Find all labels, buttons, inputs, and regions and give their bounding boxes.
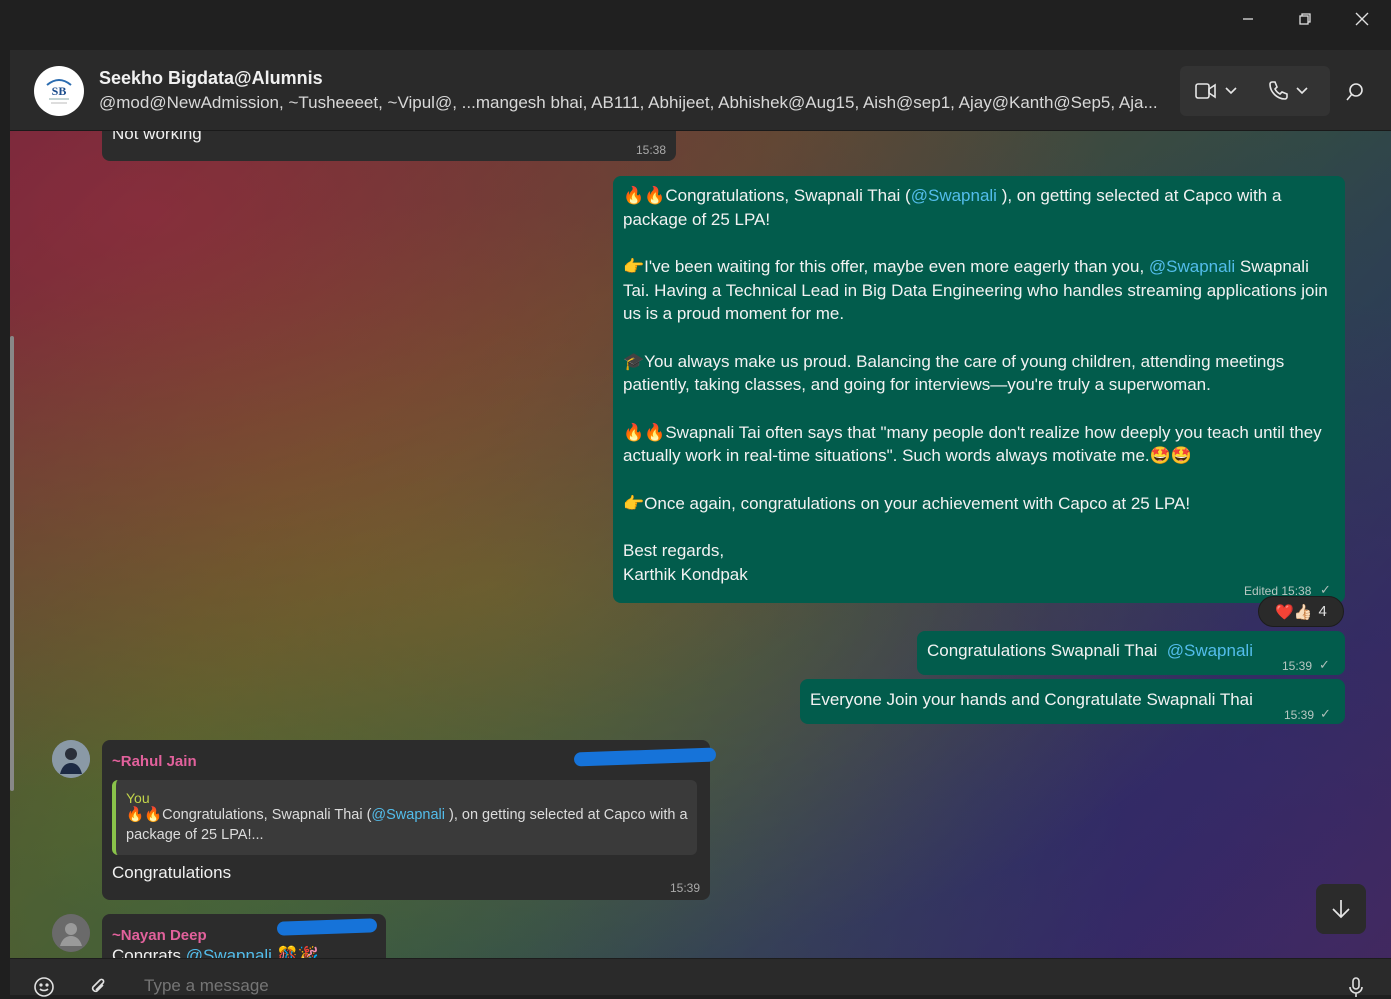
search-icon [1346, 83, 1363, 101]
message-time: 15:39 [1284, 708, 1315, 722]
quoted-message[interactable]: You 🔥🔥Congratulations, Swapnali Thai (@S… [112, 780, 697, 855]
mention-link[interactable]: @Swapnali [911, 186, 997, 205]
attach-button[interactable] [86, 975, 110, 999]
read-tick-icon: ✓ [1320, 706, 1331, 721]
composer [10, 958, 1391, 997]
chevron-down-icon [1225, 87, 1237, 95]
mention-link[interactable]: @Swapnali [1149, 257, 1235, 276]
voice-call-icon [1269, 81, 1288, 100]
avatar[interactable] [52, 914, 90, 952]
reaction-badge[interactable]: ❤️👍🏻 4 [1258, 596, 1344, 627]
voice-call-button[interactable] [1252, 66, 1324, 116]
mention-link[interactable]: @Swapnali [186, 946, 272, 958]
message-not-working[interactable]: Not working 15:38 [102, 131, 676, 161]
scroll-down-button[interactable] [1316, 884, 1366, 934]
video-call-icon [1195, 83, 1216, 99]
chat-area[interactable]: Not working 15:38 🔥🔥Congratulations, Swa… [10, 131, 1391, 958]
search-button[interactable] [1337, 74, 1373, 110]
group-members[interactable]: @mod@NewAdmission, ~Tusheeeet, ~Vipul@, … [99, 93, 1174, 113]
mention-link[interactable]: @Swapnali [1167, 641, 1253, 660]
emoji-button[interactable] [32, 975, 56, 999]
reaction-emojis: ❤️👍🏻 [1275, 603, 1313, 621]
title-bar [0, 0, 1391, 50]
mic-button[interactable] [1344, 975, 1368, 999]
message-paragraph: 👉I've been waiting for this offer, maybe… [623, 257, 1328, 323]
message-paragraph: 🎓You always make us proud. Balancing the… [623, 351, 1285, 395]
chat-header[interactable]: SB Seekho Bigdata@Alumnis @mod@NewAdmiss… [10, 50, 1391, 131]
quote-text: 🔥🔥Congratulations, Swapnali Thai (@Swapn… [126, 807, 688, 843]
default-avatar-icon [52, 914, 90, 952]
message-text: Congratulations Swapnali Thai @Swapnali [927, 641, 1253, 660]
message-time: 15:39 [670, 881, 701, 895]
video-call-button[interactable] [1180, 66, 1252, 116]
sender-name[interactable]: ~Rahul Jain [112, 750, 197, 774]
close-icon[interactable] [1334, 0, 1390, 38]
minimize-icon[interactable] [1220, 0, 1276, 38]
message-paragraph: 🔥🔥Swapnali Tai often says that "many peo… [623, 422, 1322, 466]
reaction-count: 4 [1318, 603, 1327, 620]
svg-text:SB: SB [52, 84, 67, 98]
message-paragraph: 👉Once again, congratulations on your ach… [623, 493, 1191, 513]
message-text: Not working [112, 131, 202, 143]
call-controls [1180, 66, 1330, 116]
avatar[interactable] [52, 740, 90, 778]
message-text: Congratulations [112, 863, 232, 882]
message-text: Congrats @Swapnali 🎊🎉 [112, 944, 319, 958]
message-input[interactable] [144, 976, 1294, 996]
message-rahul-jain[interactable]: ~Rahul Jain You 🔥🔥Congratulations, Swapn… [102, 740, 717, 900]
redaction-scribble [573, 747, 717, 767]
message-paragraph: 🔥🔥Congratulations, Swapnali Thai (@Swapn… [623, 186, 1282, 229]
group-logo-icon: SB [39, 71, 79, 111]
message-signature: Best regards, Karthik Kondpak [623, 541, 748, 584]
chevron-down-icon [1296, 87, 1308, 95]
message-time: 15:39 [1282, 659, 1313, 673]
group-avatar[interactable]: SB [34, 66, 84, 116]
arrow-down-icon [1332, 900, 1350, 919]
restore-icon[interactable] [1277, 0, 1333, 38]
read-tick-icon: ✓ [1319, 657, 1330, 672]
message-text: Everyone Join your hands and Congratulat… [810, 690, 1253, 709]
message-nayan-deep[interactable]: ~Nayan Deep Congrats @Swapnali 🎊🎉 [102, 914, 386, 958]
message-congratulations-short[interactable]: Congratulations Swapnali Thai @Swapnali … [917, 631, 1345, 675]
group-name[interactable]: Seekho Bigdata@Alumnis [99, 68, 323, 89]
user-photo-icon [52, 740, 90, 778]
message-everyone-join[interactable]: Everyone Join your hands and Congratulat… [800, 679, 1345, 724]
scrollbar[interactable] [10, 336, 14, 791]
message-congratulations-long[interactable]: 🔥🔥Congratulations, Swapnali Thai (@Swapn… [613, 176, 1345, 603]
redaction-scribble [276, 918, 378, 936]
message-time: 15:38 [635, 143, 666, 157]
